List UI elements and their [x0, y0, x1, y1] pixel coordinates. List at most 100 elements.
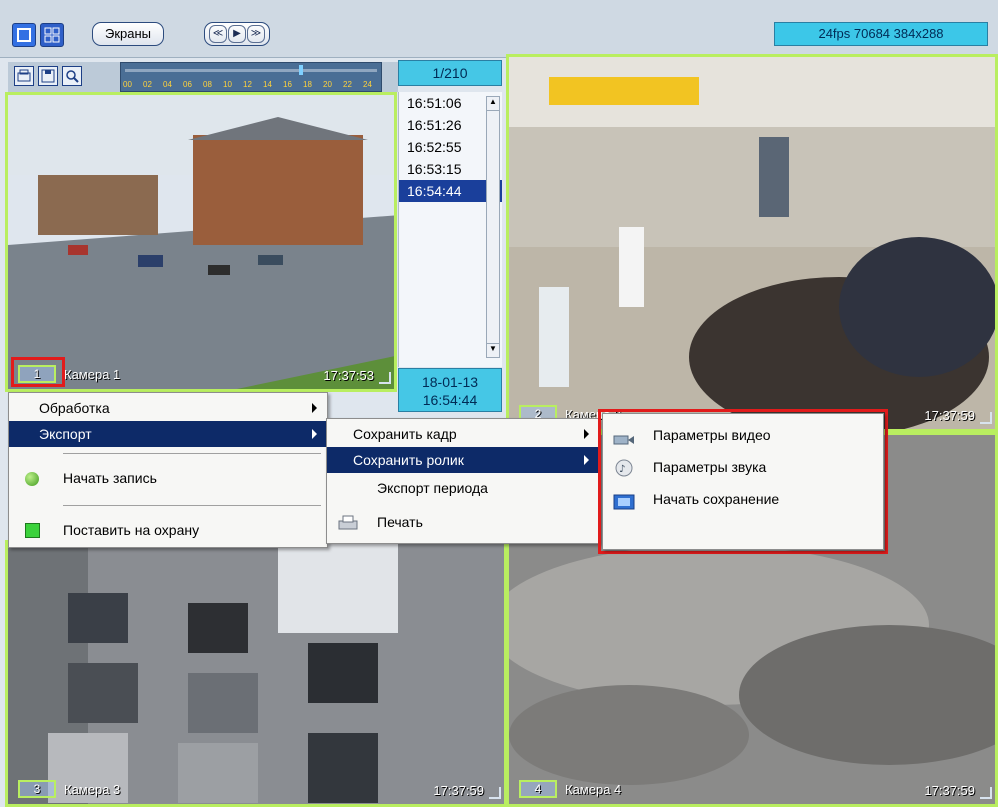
timeline-track [125, 69, 377, 72]
timeline-tick: 00 [123, 80, 132, 89]
audio-params-icon: ♪ [613, 459, 635, 485]
timeline-tick: 08 [203, 80, 212, 89]
menu-item-start-recording-label: Начать запись [63, 470, 157, 486]
menu-item-export-label: Экспорт [39, 426, 92, 442]
screens-button-label: Экраны [105, 26, 152, 41]
grid-view-button[interactable] [40, 23, 64, 47]
timeline-tick: 16 [283, 80, 292, 89]
single-view-button[interactable] [12, 23, 36, 47]
printer-icon [337, 514, 359, 540]
menu-item-video-params[interactable]: Параметры видео [603, 422, 883, 448]
menu-item-start-saving[interactable]: Начать сохранение [603, 486, 883, 512]
menu-item-save-clip[interactable]: Сохранить ролик [327, 447, 599, 473]
menu-item-processing-label: Обработка [39, 400, 110, 416]
play-button[interactable]: ▶ [228, 25, 246, 43]
camera-tile-2[interactable]: 2 Камера 2 17:37:59 [506, 54, 998, 432]
menu-item-save-frame[interactable]: Сохранить кадр [327, 421, 599, 447]
camera-1-time: 17:37:53 [323, 368, 374, 383]
timeline-tick: 22 [343, 80, 352, 89]
camera-2-image [509, 57, 995, 429]
fast-forward-icon: ≫ [250, 28, 262, 39]
submenu-arrow-icon [312, 403, 317, 413]
menu-item-save-clip-label: Сохранить ролик [353, 452, 464, 468]
camera-1-number-highlight [11, 357, 65, 387]
record-icon [25, 472, 39, 486]
rewind-icon: ≪ [212, 28, 224, 39]
timeline-tick: 04 [163, 80, 172, 89]
camera-3-time: 17:37:59 [433, 783, 484, 798]
print-button[interactable] [14, 66, 34, 86]
menu-item-export-period-label: Экспорт периода [377, 480, 488, 496]
camera-4-label: 4 Камера 4 [519, 779, 621, 799]
timeline-tick: 02 [143, 80, 152, 89]
resize-corner-icon[interactable] [489, 787, 501, 799]
menu-item-export[interactable]: Экспорт [9, 421, 327, 447]
archive-time: 16:54:44 [422, 392, 478, 408]
camera-context-menu: Обработка Экспорт Начать запись Поставит… [8, 392, 328, 548]
svg-text:♪: ♪ [619, 464, 625, 475]
menu-item-audio-params[interactable]: ♪ Параметры звука [603, 454, 883, 480]
play-icon: ▶ [233, 28, 241, 39]
printer-icon [17, 69, 31, 82]
camera-3-name: Камера 3 [64, 781, 121, 797]
menu-item-print[interactable]: Печать [327, 509, 599, 535]
square-icon [17, 28, 31, 42]
archive-page-counter: 1/210 [398, 60, 502, 86]
screens-button[interactable]: Экраны [92, 22, 165, 46]
resize-corner-icon[interactable] [980, 787, 992, 799]
menu-item-processing[interactable]: Обработка [9, 395, 327, 421]
timeline-tick: 14 [263, 80, 272, 89]
grid-icon [44, 27, 60, 43]
menu-item-export-period[interactable]: Экспорт периода [327, 475, 599, 501]
archive-date: 18-01-13 [421, 374, 479, 390]
timeline-tick: 18 [303, 80, 312, 89]
video-params-icon [613, 429, 635, 455]
menu-item-arm-label: Поставить на охрану [63, 522, 200, 538]
camera-tile-1[interactable]: 1 Камера 1 17:37:53 [5, 92, 397, 392]
camera-3-image [8, 543, 504, 804]
clip-submenu: Параметры видео ♪ Параметры звука Начать… [602, 413, 884, 550]
time-list-scrollbar[interactable]: ▲ ▼ [486, 96, 500, 358]
camera-1-image [8, 95, 394, 389]
timeline-cursor[interactable] [299, 65, 303, 75]
camera-4-time: 17:37:59 [924, 783, 975, 798]
submenu-arrow-icon [584, 455, 589, 465]
menu-separator [63, 505, 321, 506]
camera-3-label: 3 Камера 3 [18, 779, 120, 799]
menu-item-video-params-label: Параметры видео [653, 427, 771, 443]
camera-4-number: 4 [519, 780, 557, 798]
timeline-tick: 12 [243, 80, 252, 89]
submenu-arrow-icon [584, 429, 589, 439]
search-button[interactable] [62, 66, 82, 86]
timeline-tick: 06 [183, 80, 192, 89]
scroll-up-icon[interactable]: ▲ [487, 97, 499, 111]
fast-forward-button[interactable]: ≫ [247, 25, 265, 43]
menu-item-arm[interactable]: Поставить на охрану [9, 517, 327, 543]
camera-tile-3[interactable]: 3 Камера 3 17:37:59 [5, 540, 507, 807]
top-toolbar: Экраны ≪ ▶ ≫ 24fps 70684 384x288 [0, 0, 998, 58]
camera-2-time: 17:37:59 [924, 408, 975, 423]
camera-1-name: Камера 1 [64, 366, 121, 382]
archive-timeline[interactable]: 00 02 04 06 08 10 12 14 16 18 20 22 24 [120, 62, 382, 92]
archive-time-list[interactable]: 16:51:06 16:51:26 16:52:55 16:53:15 16:5… [398, 92, 502, 367]
rewind-button[interactable]: ≪ [209, 25, 227, 43]
menu-item-save-frame-label: Сохранить кадр [353, 426, 457, 442]
resize-corner-icon[interactable] [379, 372, 391, 384]
timeline-tick: 10 [223, 80, 232, 89]
menu-item-start-recording[interactable]: Начать запись [9, 465, 327, 491]
search-icon [66, 70, 79, 83]
timeline-tick: 20 [323, 80, 332, 89]
scroll-down-icon[interactable]: ▼ [487, 343, 499, 357]
camera-3-number: 3 [18, 780, 56, 798]
export-submenu: Сохранить кадр Сохранить ролик Экспорт п… [326, 418, 600, 544]
playback-nav-group: ≪ ▶ ≫ [204, 22, 270, 46]
resize-corner-icon[interactable] [980, 412, 992, 424]
menu-item-print-label: Печать [377, 514, 423, 530]
camera-4-name: Камера 4 [565, 781, 622, 797]
archive-date-box: 18-01-13 16:54:44 [398, 368, 502, 412]
submenu-arrow-icon [312, 429, 317, 439]
save-button[interactable] [38, 66, 58, 86]
menu-separator [63, 453, 321, 454]
stream-info: 24fps 70684 384x288 [774, 22, 988, 46]
floppy-icon [41, 69, 55, 83]
